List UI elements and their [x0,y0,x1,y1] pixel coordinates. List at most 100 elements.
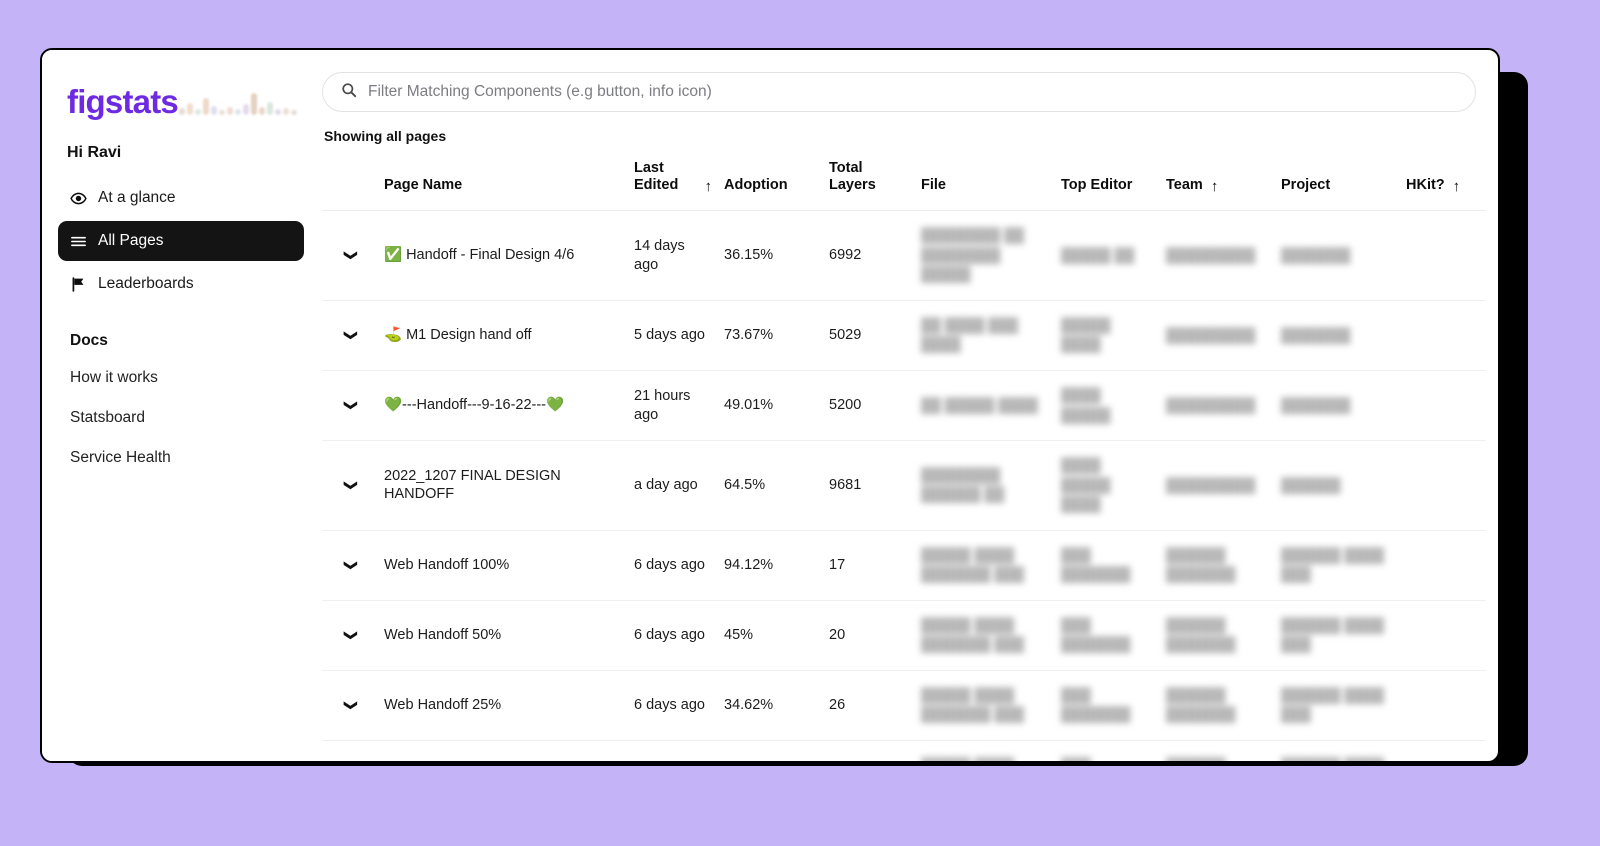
cell-project: ██████ ████ ███ [1275,600,1400,671]
cell-team: █████████ [1160,370,1275,442]
cell-top_editor: ███ ███████ [1055,530,1160,601]
redacted-value: ██ ████ ███ ████ [921,316,1019,353]
search-input[interactable] [368,83,1457,101]
cell-page_name: 2022_1207 FINAL DESIGN HANDOFF [378,440,628,531]
chevron-down-icon: ❯ [343,629,359,641]
row-expand-toggle[interactable]: ❯ [322,210,378,301]
column-header-hkit[interactable]: HKit? ↑ [1400,154,1486,211]
primary-nav: At a glance All Pages Leaderboards [58,178,304,304]
row-expand-toggle[interactable]: ❯ [322,600,378,671]
column-header-top_editor[interactable]: Top Editor [1055,154,1160,211]
table-row[interactable]: ❯ Web Handoff 100% 6 days ago 94.12% 17 █████… [322,530,1486,601]
showing-label: Showing all pages [324,128,447,144]
column-header-label: Total Layers [829,160,876,194]
row-expand-toggle[interactable]: ❯ [322,300,378,371]
cell-top_editor: ███ ███████ [1055,670,1160,741]
column-header-file[interactable]: File [915,154,1055,211]
cell-adoption: 95.24% [718,740,823,761]
sidebar: figstats Hi Ravi At a glance All Pages Lea… [42,50,320,761]
column-header-last_edited[interactable]: Last Edited ↑ [628,154,718,211]
redacted-value: █████████ [1166,396,1256,413]
docs-section-title: Docs [70,332,108,349]
cell-value: 17 [829,556,846,573]
table-header: Page Name Last Edited ↑ Adoption Total Layer… [322,154,1486,211]
cell-value: ⛳ M1 Design hand off [384,327,532,344]
sort-ascending-icon[interactable]: ↑ [705,179,713,194]
cell-total_layers: 9681 [823,440,915,531]
row-expand-toggle[interactable]: ❯ [322,440,378,531]
column-header-label: Team [1166,177,1203,194]
cell-page_name: 💚---Handoff---9-16-22---💚 [378,370,628,442]
docs-item-statsboard[interactable]: Statsboard [58,398,304,438]
table-row[interactable]: ❯ 2022_1207 FINAL DESIGN HANDOFF a day ago… [322,440,1486,531]
app-logo[interactable]: figstats [58,72,304,118]
cell-project: ██████ [1275,440,1400,531]
column-header-chevron [322,154,378,211]
cell-page_name: iOS Handoff 100% [378,740,628,761]
table-row[interactable]: ❯iOS Handoff 100%6 days ago95.24%26 █████… [322,740,1486,761]
cell-value: 5029 [829,327,862,344]
sidebar-item-at-a-glance[interactable]: At a glance [58,178,304,218]
row-expand-toggle[interactable]: ❯ [322,670,378,741]
redacted-value: █████████ [1166,326,1256,343]
column-header-label: HKit? [1406,177,1445,194]
sidebar-item-leaderboards[interactable]: Leaderboards [58,264,304,304]
table-row[interactable]: ❯ 💚---Handoff---9-16-22---💚 21 hours ago 49… [322,370,1486,442]
cell-total_layers: 26 [823,740,915,761]
cell-page_name: Web Handoff 25% [378,670,628,741]
column-header-team[interactable]: Team ↑ [1160,154,1275,211]
cell-value: Web Handoff 25% [384,697,502,714]
row-expand-toggle[interactable]: ❯ [322,370,378,442]
redacted-value: ██ █████ ████ [921,396,1038,413]
redacted-value: █████████ [1166,246,1256,263]
column-header-label: Adoption [724,177,788,194]
table-row[interactable]: ❯ ⛳ M1 Design hand off 5 days ago 73.67% 502… [322,300,1486,371]
sort-ascending-icon[interactable]: ↑ [1211,179,1219,194]
column-header-adoption[interactable]: Adoption [718,154,823,211]
sidebar-item-label: Leaderboards [98,275,194,292]
cell-value: 9681 [829,477,862,494]
cell-team: ██████ ███████ [1160,740,1275,761]
cell-total_layers: 26 [823,670,915,741]
cell-value: Web Handoff 50% [384,627,502,644]
sidebar-item-label: All Pages [98,232,164,249]
column-header-label: Last Edited [634,160,679,194]
chevron-down-icon: ❯ [343,559,359,571]
table-row[interactable]: ❯ Web Handoff 50% 6 days ago 45% 20 █████ ███… [322,600,1486,671]
cell-total_layers: 6992 [823,210,915,301]
redacted-value: ████████ ██ ████████ █████ [921,227,1025,283]
cell-adoption: 49.01% [718,370,823,442]
column-header-page_name[interactable]: Page Name [378,154,628,211]
redacted-value: ███ ███████ [1061,757,1130,761]
docs-item-how-it-works[interactable]: How it works [58,358,304,398]
redacted-value: ███ ███████ [1061,546,1131,583]
row-expand-toggle[interactable]: ❯ [322,740,378,761]
cell-top_editor: █████ ██ [1055,210,1160,301]
cell-hkit [1400,670,1486,741]
redacted-value: █████████ [1166,476,1256,493]
sidebar-item-all-pages[interactable]: All Pages [58,221,304,261]
search-bar[interactable] [322,72,1476,112]
table-row[interactable]: ❯ ✅ Handoff - Final Design 4/6 14 days ago… [322,210,1486,301]
cell-top_editor: ████ █████ [1055,370,1160,442]
sort-ascending-icon[interactable]: ↑ [1453,179,1461,194]
cell-file: █████ ████ ███████ ███ [915,600,1055,671]
cell-adoption: 73.67% [718,300,823,371]
redacted-value: ███████ [1281,246,1351,263]
row-expand-toggle[interactable]: ❯ [322,530,378,601]
column-header-project[interactable]: Project [1275,154,1400,211]
cell-value: 64.5% [724,477,766,494]
cell-hkit [1400,440,1486,531]
cell-file: ████████ ██████ ██ [915,440,1055,531]
cell-project: ██████ ████ ███ [1275,530,1400,601]
cell-team: █████████ [1160,210,1275,301]
table-header-row: Page Name Last Edited ↑ Adoption Total Layer… [322,154,1486,211]
pages-table: Page Name Last Edited ↑ Adoption Total Layer… [322,154,1486,761]
docs-item-service-health[interactable]: Service Health [58,438,304,478]
redacted-value: ███ ███████ [1061,616,1131,653]
column-header-total_layers[interactable]: Total Layers [823,154,915,211]
cell-page_name: ✅ Handoff - Final Design 4/6 [378,210,628,301]
cell-last_edited: 14 days ago [628,210,718,301]
table-row[interactable]: ❯ Web Handoff 25% 6 days ago 34.62% 26 █████ … [322,670,1486,741]
cell-adoption: 64.5% [718,440,823,531]
